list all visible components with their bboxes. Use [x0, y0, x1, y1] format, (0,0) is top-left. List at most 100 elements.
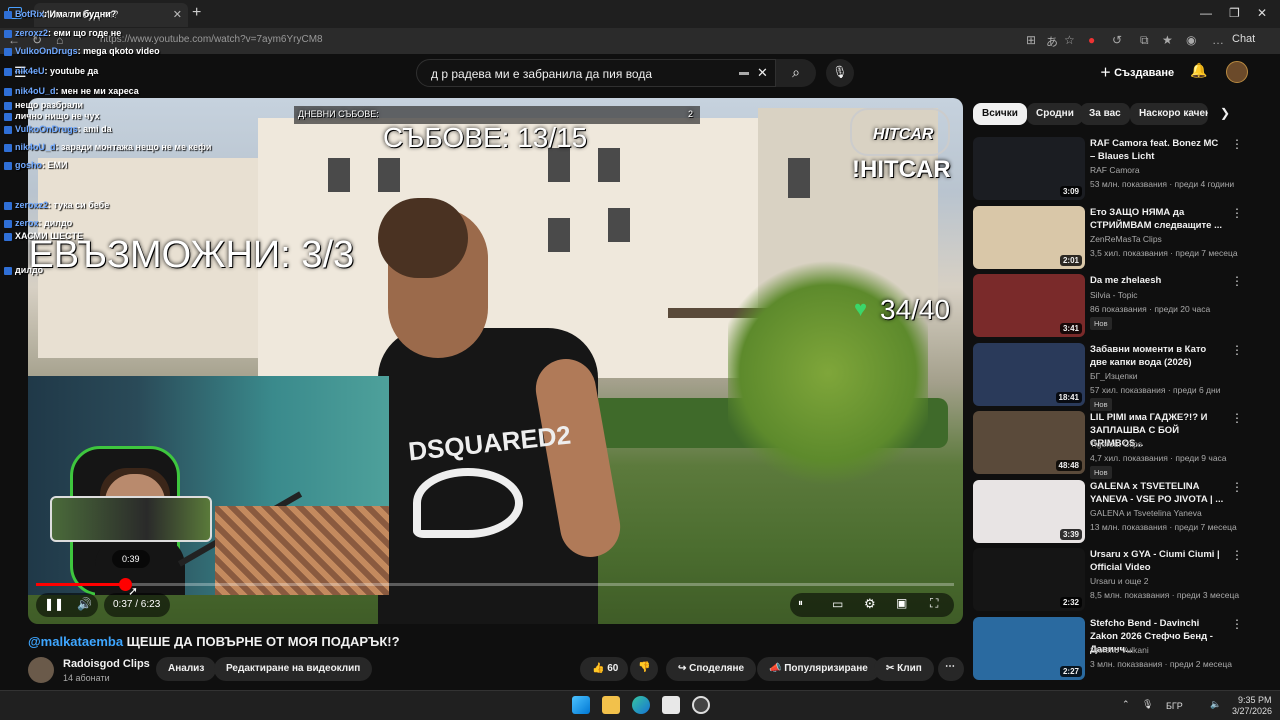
edge-icon[interactable] — [632, 696, 650, 714]
more-options-icon[interactable]: ⋮ — [1231, 480, 1243, 494]
collections-icon[interactable]: ⧉ — [1140, 33, 1149, 48]
file-explorer-icon[interactable] — [602, 696, 620, 714]
recommended-title[interactable]: Ето ЗАЩО НЯМА да СТРИЙМВАМ следващите ..… — [1090, 206, 1225, 232]
recommended-channel[interactable]: Stefcho Vulkani — [1090, 645, 1149, 655]
miniplayer-icon[interactable]: ▣ — [896, 596, 907, 610]
more-actions-button[interactable]: ⋯ — [938, 657, 964, 681]
recommended-channel[interactable]: GALENA и Tsvetelina Yaneva — [1090, 508, 1202, 518]
clear-search-icon[interactable]: ✕ — [757, 65, 768, 81]
more-options-icon[interactable]: ⋮ — [1231, 617, 1243, 631]
video-thumbnail[interactable]: 2:32 — [973, 548, 1085, 611]
recommended-channel[interactable]: БГ_Изцепки — [1090, 371, 1138, 381]
subtitles-icon[interactable]: ▭ — [832, 597, 843, 611]
recommended-video[interactable]: 2:27 Stefcho Bend - Davinchi Zakon 2026 С… — [973, 616, 1273, 681]
favorites-icon[interactable]: ★ — [1162, 33, 1173, 47]
chat-text: : заради монтажа нещо не ме кефи — [55, 142, 212, 152]
close-icon[interactable]: ✕ — [173, 8, 182, 21]
recommended-title[interactable]: RAF Camora feat. Bonez MC – Blaues Licht — [1090, 137, 1225, 163]
video-thumbnail[interactable]: 3:39 — [973, 479, 1085, 543]
progress-track[interactable] — [36, 583, 954, 586]
pause-icon[interactable]: ❚❚ — [44, 597, 64, 611]
recommended-channel[interactable]: Silvia - Topic — [1090, 290, 1138, 300]
microphone-icon[interactable]: 🎙 — [826, 59, 854, 87]
channel-avatar[interactable] — [28, 657, 54, 683]
like-button[interactable]: 👍 60 — [580, 657, 628, 681]
profile-icon[interactable]: ◉ — [1186, 33, 1196, 47]
search-icon[interactable]: ⌕ — [776, 59, 816, 87]
analytics-button[interactable]: Анализ — [156, 657, 217, 681]
recommended-title[interactable]: Da me zhelaesh — [1090, 274, 1225, 287]
video-thumbnail[interactable]: 18:41 — [973, 342, 1085, 406]
translate-icon[interactable]: あ — [1046, 33, 1058, 50]
video-thumbnail[interactable]: 48:48 — [973, 411, 1085, 474]
more-options-icon[interactable]: ⋮ — [1231, 274, 1243, 288]
share-button[interactable]: ↪ Споделяне — [666, 657, 757, 681]
recommended-video[interactable]: 48:48 LIL PIMI има ГАДЖЕ?!? И ЗАПЛАШВА С … — [973, 411, 1273, 479]
promote-button[interactable]: 📣 Популяризиране — [757, 657, 880, 681]
copilot-chat-button[interactable]: Chat — [1232, 33, 1255, 45]
recommended-video[interactable]: 2:32 Ursaru x GYA - Ciumi Ciumi | Officia… — [973, 548, 1273, 612]
tray-mic-icon[interactable]: 🎙 — [1142, 699, 1153, 710]
recommended-video[interactable]: 3:41 Da me zhelaesh Silvia - Topic 86 показ… — [973, 274, 1273, 338]
recommended-channel[interactable]: RAF Camora — [1090, 165, 1140, 175]
more-options-icon[interactable]: ⋮ — [1231, 206, 1243, 220]
recommended-video[interactable]: 3:39 GALENA x TSVETELINA YANEVA - VSE PO … — [973, 479, 1273, 544]
more-options-icon[interactable]: ⋮ — [1231, 548, 1243, 562]
more-options-icon[interactable]: ⋮ — [1231, 411, 1243, 425]
start-icon[interactable] — [572, 696, 590, 714]
recommended-title[interactable]: Забавни моменти в Като две капки вода (2… — [1090, 343, 1225, 369]
obs-icon[interactable] — [692, 696, 710, 714]
url-field[interactable]: https://www.youtube.com/watch?v=7aym6Yry… — [100, 34, 323, 45]
sync-icon[interactable]: ↺ — [1112, 33, 1122, 47]
tray-chevron-icon[interactable]: ⌃ — [1122, 699, 1130, 710]
clip-button[interactable]: ✂ Клип — [874, 657, 934, 681]
menu-dots-icon[interactable]: … — [1212, 33, 1224, 47]
notifications-bell-icon[interactable]: 🔔 — [1190, 62, 1207, 79]
window-close-icon[interactable]: ✕ — [1257, 6, 1267, 20]
recommended-video[interactable]: 18:41 Забавни моменти в Като две капки во… — [973, 342, 1273, 411]
language-indicator[interactable]: БГР — [1166, 701, 1183, 711]
fullscreen-icon[interactable]: ⛶ — [930, 596, 938, 611]
settings-gear-icon[interactable]: ⚙ — [864, 596, 876, 612]
restore-icon[interactable]: ❐ — [1229, 6, 1240, 20]
edit-video-button[interactable]: Редактиране на видеоклип — [214, 657, 373, 681]
channel-name[interactable]: Radoisgod Clips — [63, 658, 150, 670]
create-button[interactable]: ＋ Създаване — [1100, 64, 1174, 80]
minimize-icon[interactable]: — — [1200, 6, 1212, 20]
video-player[interactable]: DSQUARED2 ДНЕВНИ СЪБОВЕ: 2 СЪБОВЕ: 13/15… — [28, 98, 963, 624]
clock-date[interactable]: 3/27/2026 — [1232, 706, 1272, 716]
more-options-icon[interactable]: ⋮ — [1231, 137, 1243, 151]
favorite-icon[interactable]: ☆ — [1064, 33, 1075, 47]
chevron-right-icon[interactable]: ❯ — [1220, 106, 1230, 120]
keyboard-icon[interactable]: ▬ — [739, 67, 749, 78]
chip-for-you[interactable]: За вас — [1080, 103, 1130, 125]
recommended-channel[interactable]: Tigerout Clips — [1090, 439, 1142, 449]
autoplay-toggle-icon[interactable]: ⏸ — [798, 598, 803, 609]
volume-icon[interactable]: 🔊 — [77, 597, 92, 611]
chip-all[interactable]: Всички — [973, 103, 1027, 125]
recommended-channel[interactable]: ZenReMasTa Clips — [1090, 234, 1162, 244]
extensions-icon[interactable]: ⊞ — [1026, 33, 1036, 47]
recommended-channel[interactable]: Ursaru и още 2 — [1090, 576, 1148, 586]
recommended-title[interactable]: GALENA x TSVETELINA YANEVA - VSE PO JIVO… — [1090, 480, 1225, 506]
store-icon[interactable] — [662, 696, 680, 714]
recommended-video[interactable]: 2:01 Ето ЗАЩО НЯМА да СТРИЙМВАМ следващит… — [973, 205, 1273, 270]
chip-recent[interactable]: Наскоро качени — [1130, 103, 1208, 125]
clock-time[interactable]: 9:35 PM — [1238, 695, 1272, 705]
adblock-icon[interactable]: ● — [1088, 33, 1095, 47]
video-thumbnail[interactable]: 3:09 — [973, 137, 1085, 200]
new-tab-icon[interactable]: + — [192, 4, 201, 22]
video-thumbnail[interactable]: 2:27 — [973, 616, 1085, 680]
recommended-title[interactable]: Ursaru x GYA - Ciumi Ciumi | Official Vi… — [1090, 548, 1225, 574]
video-thumbnail[interactable]: 2:01 — [973, 205, 1085, 269]
search-input[interactable]: д р радева ми е забранила да пия вода ▬ … — [416, 59, 776, 87]
more-options-icon[interactable]: ⋮ — [1231, 343, 1243, 357]
account-avatar[interactable] — [1226, 61, 1248, 83]
hitcar-logo-text: HITCAR — [873, 126, 934, 143]
chip-related[interactable]: Сродни — [1027, 103, 1083, 125]
volume-tray-icon[interactable]: 🔈 — [1210, 699, 1221, 710]
title-mention-link[interactable]: @malkataemba — [28, 634, 123, 649]
recommended-video[interactable]: 3:09 RAF Camora feat. Bonez MC – Blaues L… — [973, 137, 1273, 201]
video-thumbnail[interactable]: 3:41 — [973, 274, 1085, 337]
dislike-button[interactable]: 👎 — [630, 657, 658, 681]
